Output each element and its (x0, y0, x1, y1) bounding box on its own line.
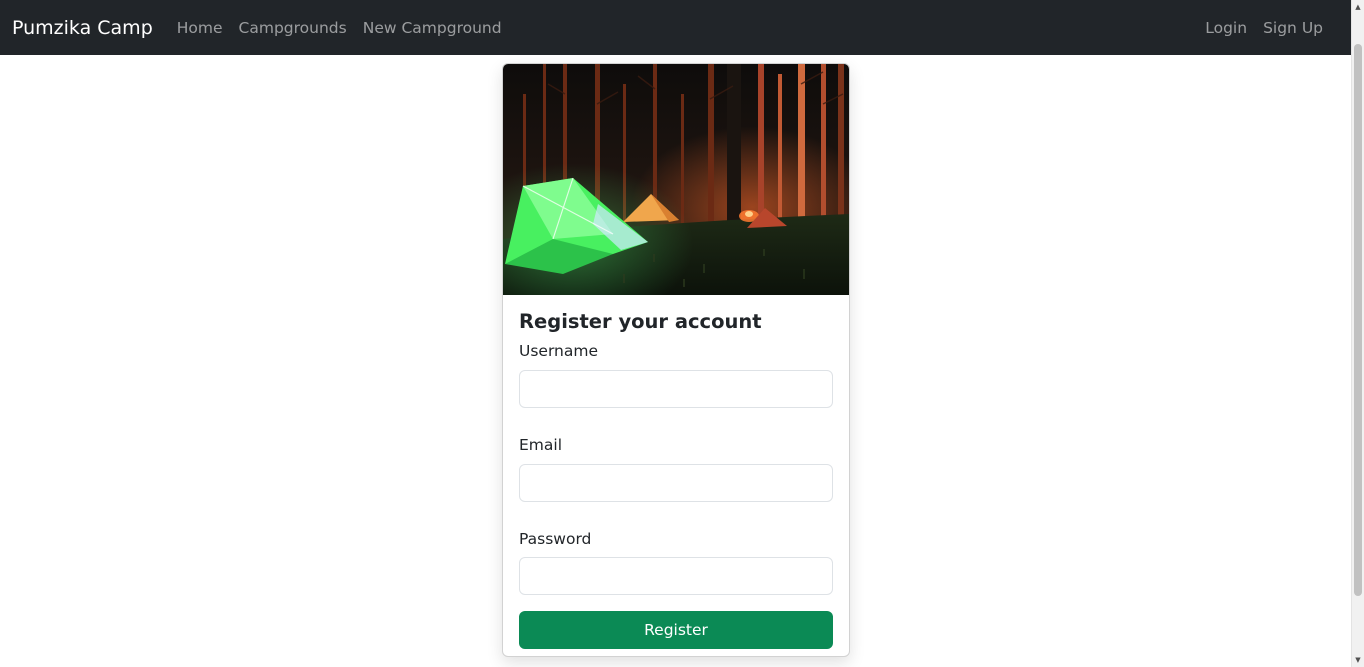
card-body: Register your account Username Email Pas… (503, 295, 849, 650)
page: Pumzika Camp Home Campgrounds New Campgr… (0, 0, 1364, 667)
scroll-thumb[interactable] (1354, 44, 1362, 596)
password-input[interactable] (519, 557, 833, 596)
scroll-down-arrow-icon[interactable]: ▼ (1352, 654, 1364, 666)
navbar: Pumzika Camp Home Campgrounds New Campgr… (0, 0, 1351, 55)
register-button[interactable]: Register (519, 611, 833, 650)
campground-image (503, 64, 849, 295)
register-card: Register your account Username Email Pas… (502, 63, 850, 657)
nav-right: Login Sign Up (1197, 19, 1331, 37)
username-group: Username (519, 342, 833, 409)
nav-link-new-campground[interactable]: New Campground (355, 19, 510, 37)
email-group: Email (519, 436, 833, 502)
card-title: Register your account (519, 310, 762, 333)
nav-link-login[interactable]: Login (1197, 19, 1255, 37)
email-input[interactable] (519, 463, 833, 502)
nav-link-home[interactable]: Home (169, 19, 231, 37)
email-label: Email (519, 436, 563, 455)
password-group: Password (519, 530, 833, 596)
page-scrollbar[interactable]: ▲ ▼ (1351, 0, 1364, 667)
username-input[interactable] (519, 370, 833, 409)
scroll-up-arrow-icon[interactable]: ▲ (1352, 1, 1364, 13)
nav-link-signup[interactable]: Sign Up (1255, 19, 1331, 37)
nav-link-campgrounds[interactable]: Campgrounds (231, 19, 355, 37)
brand-link[interactable]: Pumzika Camp (12, 17, 153, 39)
username-label: Username (519, 342, 599, 361)
password-label: Password (519, 529, 592, 548)
nav-left: Pumzika Camp Home Campgrounds New Campgr… (12, 17, 510, 39)
